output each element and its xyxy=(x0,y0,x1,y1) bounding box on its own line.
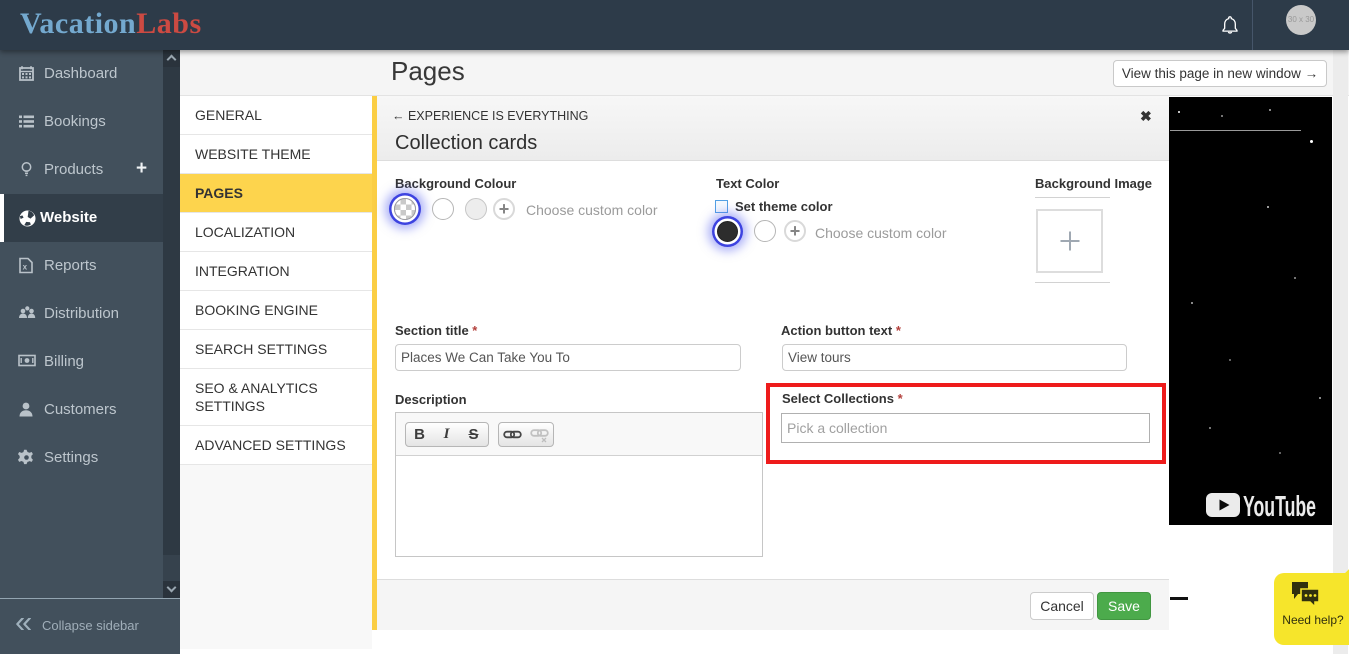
svg-text:x: x xyxy=(23,263,28,272)
svg-text:YouTube: YouTube xyxy=(1243,492,1316,519)
